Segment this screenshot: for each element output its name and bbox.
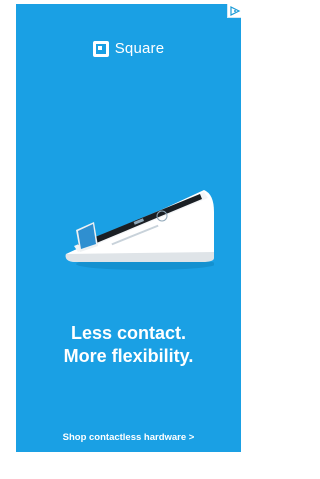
adchoices-icon[interactable] — [227, 4, 241, 18]
headline-line-2: More flexibility. — [63, 346, 194, 366]
headline-line-1: Less contact. — [70, 323, 187, 343]
brand-name: Square — [114, 40, 165, 57]
card-terminal-image — [65, 190, 214, 270]
square-banner-ad[interactable]: Square Less contact. More flexibility. S… — [16, 4, 241, 452]
brand-logo: Square — [16, 40, 241, 57]
square-logo-icon — [92, 40, 109, 57]
shop-hardware-link[interactable]: Shop contactless hardware > — [16, 432, 241, 443]
headline: Less contact. More flexibility. — [16, 322, 241, 368]
